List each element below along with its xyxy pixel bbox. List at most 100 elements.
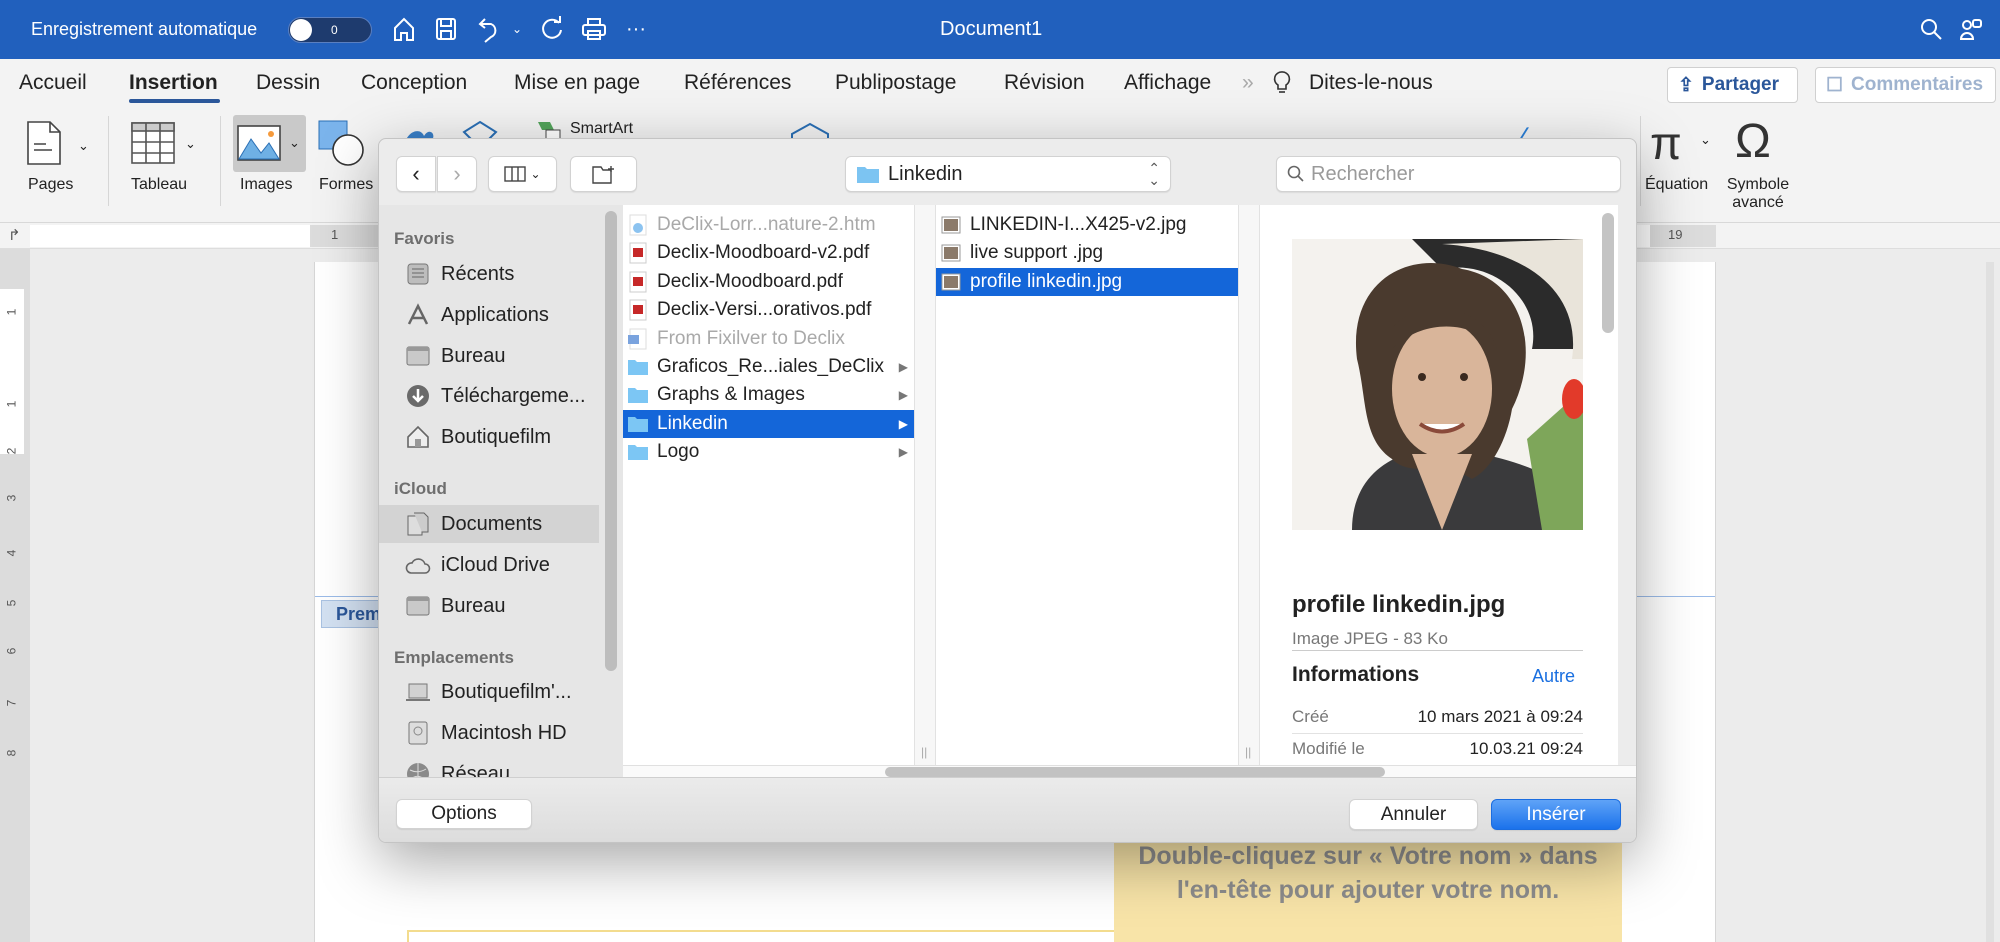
pages-button[interactable]: ⌄ [26,120,89,171]
tab-dessin[interactable]: Dessin [256,71,320,95]
cancel-button[interactable]: Annuler [1349,799,1478,830]
tab-insertion[interactable]: Insertion [129,71,218,95]
smartart-label[interactable]: SmartArt [570,120,633,138]
sidebar-item[interactable]: Bureau [379,337,599,375]
sidebar-item-label: Boutiquefilm [441,425,552,448]
file-row[interactable]: LINKEDIN-I...X425-v2.jpg [936,211,1238,239]
comment-icon: ☐ [1826,74,1844,96]
file-row[interactable]: Declix-Moodboard-v2.pdf [623,239,914,267]
more-icon[interactable]: ··· [621,14,651,44]
desktop-icon [406,346,430,366]
file-row[interactable]: From Fixilver to Declix [623,325,914,353]
images-button[interactable]: ⌄ [233,115,306,172]
share-icon: ⇪ [1678,74,1694,96]
symbol-label[interactable]: Symbole avancé [1722,176,1794,212]
sidebar-item[interactable]: Boutiquefilm [379,418,599,456]
table-icon [131,122,175,164]
ruler-number: 4 [4,549,19,557]
forward-button[interactable]: › [437,156,477,192]
sidebar-item-label: Macintosh HD [441,721,567,744]
tab-revision[interactable]: Révision [1004,71,1085,95]
sidebar-item[interactable]: Bureau [379,587,599,625]
folder-row[interactable]: Linkedin ▶ [623,409,914,438]
share-button[interactable]: ⇪ Partager [1667,67,1798,103]
title-bar: Enregistrement automatique 0 ⌄ ··· Docum… [0,0,2000,59]
path-label: Linkedin [888,162,963,185]
horizontal-scrollbar[interactable] [885,767,1385,777]
column-resize-handle[interactable]: || [914,205,936,765]
account-icon[interactable] [1956,14,1986,44]
file-row[interactable]: profile linkedin.jpg [936,267,1238,296]
more-info-link[interactable]: Autre [1532,666,1575,687]
word-file-icon [627,328,649,350]
search-icon[interactable] [1916,14,1946,44]
home-icon[interactable] [389,14,419,44]
sidebar-item[interactable]: Boutiquefilm'... [379,673,599,711]
sidebar-item[interactable]: Téléchargeme... [379,377,599,415]
document-scrollbar[interactable] [1986,262,1994,942]
sidebar-item[interactable]: iCloud Drive [379,546,599,584]
tab-publipostage[interactable]: Publipostage [835,71,956,95]
name-placeholder-box[interactable]: Double-cliquez sur « Votre nom » dans l'… [1114,835,1622,942]
overflow-chevron-icon[interactable]: » [1242,71,1254,95]
tab-accueil[interactable]: Accueil [19,71,87,95]
tab-mise-en-page[interactable]: Mise en page [514,71,640,95]
sidebar-item[interactable]: Documents [379,505,599,543]
preview-file-kind: Image JPEG - 83 Ko [1292,629,1448,648]
table-button[interactable]: ⌄ [131,122,196,169]
path-popup[interactable]: Linkedin ⌃ ⌄ [845,156,1171,192]
preview-scrollbar[interactable] [1602,213,1614,333]
file-row[interactable]: Declix-Moodboard.pdf [623,268,914,296]
tell-me-input[interactable]: Dites-le-nous [1309,71,1433,95]
text-box-outline [407,930,1227,942]
undo-icon[interactable] [474,14,504,44]
new-folder-button[interactable] [570,156,637,192]
created-value: 10 mars 2021 à 09:24 [1417,707,1583,726]
sidebar-scrollbar[interactable] [605,211,617,671]
dialog-footer: Options Annuler Insérer [379,777,1636,842]
options-button[interactable]: Options [396,799,532,829]
file-name: Graficos_Re...iales_DeClix [657,356,885,377]
tab-stop-icon[interactable]: ↱ [8,226,21,244]
pdf-file-icon [627,242,649,264]
ruler-number: 1 [4,308,19,316]
file-row[interactable]: live support .jpg [936,239,1238,267]
sidebar-item[interactable]: Applications [379,296,599,334]
sidebar-item[interactable]: Récents [379,255,599,293]
view-mode-button[interactable]: ⌄ [488,156,557,192]
folder-row[interactable]: Logo ▶ [623,438,914,466]
shapes-button[interactable] [318,120,370,175]
pdf-file-icon [627,299,649,321]
sidebar-item[interactable]: Macintosh HD [379,714,599,752]
tab-references[interactable]: Références [684,71,791,95]
chevron-down-icon[interactable]: ⌄ [1700,132,1711,148]
column-resize-handle[interactable]: || [1238,205,1260,765]
tab-affichage[interactable]: Affichage [1124,71,1211,95]
folder-row[interactable]: Graphs & Images ▶ [623,381,914,409]
ruler-number: 7 [4,699,19,707]
ribbon-tabs: Accueil Insertion Dessin Conception Mise… [0,59,2000,108]
modified-value: 10.03.21 09:24 [1469,739,1583,758]
print-icon[interactable] [579,14,609,44]
folder-icon [627,413,649,435]
equation-label[interactable]: Équation [1645,176,1708,194]
back-button[interactable]: ‹ [396,156,436,192]
save-icon[interactable] [431,14,461,44]
columns-view-icon [504,166,527,182]
pi-icon[interactable]: π [1650,116,1682,170]
comments-button[interactable]: ☐ Commentaires [1815,67,1996,103]
redo-icon[interactable] [537,14,567,44]
chevron-down-icon: ⌄ [78,138,89,153]
file-row[interactable]: DeClix-Lorr...nature-2.htm [623,211,914,239]
sidebar-item[interactable]: Réseau [379,755,599,777]
vertical-ruler[interactable]: 1 1 2 3 4 5 6 7 8 [0,249,30,942]
ruler-number: 19 [1668,227,1683,242]
search-field[interactable]: Rechercher [1276,156,1621,192]
folder-row[interactable]: Graficos_Re...iales_DeClix ▶ [623,353,914,381]
autosave-toggle[interactable]: 0 [288,17,372,43]
tab-conception[interactable]: Conception [361,71,467,95]
file-row[interactable]: Declix-Versi...orativos.pdf [623,296,914,324]
omega-icon[interactable]: Ω [1735,114,1771,169]
insert-button[interactable]: Insérer [1491,799,1621,830]
undo-chevron-icon[interactable]: ⌄ [512,22,522,36]
